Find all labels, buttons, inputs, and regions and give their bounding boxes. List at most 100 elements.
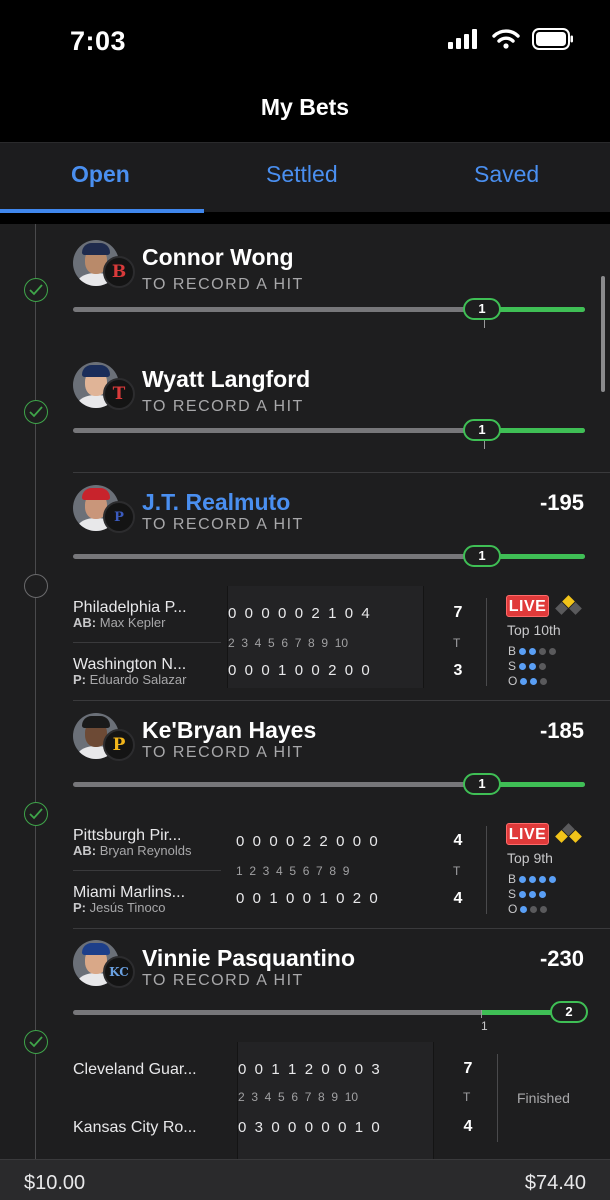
bases-diamond-icon (554, 595, 584, 618)
cellular-signal-icon (448, 29, 477, 49)
team-logo-icon: P (103, 729, 135, 761)
away-total: 7 (463, 1060, 473, 1077)
active-tab-indicator (0, 209, 204, 213)
team-logo-icon: B (103, 256, 135, 288)
home-sub: P: Jesús Tinoco (73, 900, 166, 915)
market-label: TO RECORD A HIT (142, 398, 304, 415)
inning-label: Top 9th (507, 850, 553, 866)
player-name[interactable]: J.T. Realmuto (142, 489, 290, 516)
progress-pill: 1 (463, 773, 501, 795)
progress-pill: 2 (550, 1001, 588, 1023)
home-sub: P: Eduardo Salazar (73, 672, 187, 687)
bases-diamond-icon (554, 823, 584, 846)
away-total: 7 (453, 604, 463, 621)
home-total: 4 (453, 890, 463, 907)
team-logo-icon: KC (103, 956, 135, 988)
inning-numbers: 1 2 3 4 5 6 7 8 9 (236, 864, 350, 878)
stake-amount: $10.00 (24, 1172, 86, 1194)
leg-status-pending-icon (24, 574, 48, 598)
market-label: TO RECORD A HIT (142, 972, 304, 989)
threshold-label: 1 (481, 1019, 488, 1033)
away-team-name: Cleveland Guar... (73, 1061, 197, 1078)
balls-count: B (508, 872, 557, 886)
home-team-name: Kansas City Ro... (73, 1119, 197, 1136)
status-time: 7:03 (70, 26, 127, 56)
linescore: 0 0 0 0 0 2 1 0 4 2 3 4 5 6 7 8 9 10 0 0… (227, 586, 424, 688)
battery-icon (532, 28, 573, 50)
leg-divider (73, 928, 610, 929)
leg-odds: -230 (539, 946, 584, 971)
home-linescore: 0 0 1 0 0 1 0 2 0 (236, 890, 378, 907)
threshold-tick (481, 1010, 482, 1018)
progress-pill: 1 (463, 298, 501, 320)
leg-status-check-icon (24, 1030, 48, 1054)
leg-status-check-icon (24, 278, 48, 302)
strikes-count: S (508, 887, 547, 901)
progress-bar (73, 782, 585, 787)
market-label: TO RECORD A HIT (142, 744, 304, 761)
away-total: 4 (453, 832, 463, 849)
team-divider (73, 870, 221, 871)
away-linescore: 0 0 0 0 2 2 0 0 0 (236, 833, 378, 850)
tab-open[interactable]: Open (71, 161, 130, 188)
outs-count: O (508, 902, 548, 916)
payout-amount: $74.40 (524, 1172, 586, 1194)
progress-bar (73, 307, 585, 312)
player-name: Ke'Bryan Hayes (142, 717, 317, 743)
leg-divider (73, 472, 610, 473)
leg-odds: -195 (539, 490, 584, 515)
wifi-icon (492, 29, 520, 49)
progress-bar (73, 428, 585, 433)
away-linescore: 0 0 0 0 0 2 1 0 4 (228, 605, 370, 622)
inning-label: Top 10th (507, 622, 561, 638)
scrollbar[interactable] (601, 276, 605, 392)
player-name: Vinnie Pasquantino (142, 945, 355, 971)
progress-bar (73, 554, 585, 559)
team-logo-icon: T (103, 378, 135, 410)
page-title: My Bets (260, 94, 350, 120)
team-divider (73, 642, 221, 643)
threshold-tick (484, 441, 485, 449)
team-logo-icon: P (103, 501, 135, 533)
bet-tabs: Open Settled Saved (0, 142, 610, 213)
bet-slip-legs[interactable]: B Connor Wong TO RECORD A HIT 1 T Wyatt … (0, 224, 610, 1159)
home-total: 3 (453, 662, 463, 679)
tab-settled[interactable]: Settled (266, 161, 338, 188)
progress-pill: 1 (463, 419, 501, 441)
player-name: Connor Wong (142, 244, 294, 270)
inning-numbers: 2 3 4 5 6 7 8 9 10 (228, 636, 349, 650)
outs-count: O (508, 674, 548, 688)
bet-summary-footer[interactable]: $10.00 $74.40 (0, 1159, 610, 1200)
progress-rail (35, 224, 36, 1159)
leg-status-check-icon (24, 400, 48, 424)
balls-count: B (508, 644, 557, 658)
home-linescore: 0 3 0 0 0 0 0 1 0 (238, 1119, 380, 1136)
market-label: TO RECORD A HIT (142, 516, 304, 533)
leg-status-check-icon (24, 802, 48, 826)
status-divider (486, 598, 487, 686)
status-icons (448, 28, 574, 50)
status-divider (497, 1054, 498, 1142)
total-label: T (463, 1090, 471, 1104)
home-total: 4 (463, 1118, 473, 1135)
total-label: T (453, 636, 461, 650)
game-status: Finished (517, 1090, 570, 1106)
status-bar: 7:03 (0, 0, 610, 80)
total-label: T (453, 864, 461, 878)
status-divider (486, 826, 487, 914)
away-sub: AB: Bryan Reynolds (73, 843, 192, 858)
live-badge: LIVE (506, 823, 549, 845)
progress-bar (73, 1010, 585, 1015)
strikes-count: S (508, 659, 547, 673)
leg-divider (73, 700, 610, 701)
home-linescore: 0 0 0 1 0 0 2 0 0 (228, 662, 370, 679)
inning-numbers: 2 3 4 5 6 7 8 9 10 (238, 1090, 359, 1104)
away-linescore: 0 0 1 1 2 0 0 0 3 (238, 1061, 380, 1078)
tab-saved[interactable]: Saved (474, 161, 539, 188)
progress-pill: 1 (463, 545, 501, 567)
threshold-tick (484, 320, 485, 328)
away-sub: AB: Max Kepler (73, 615, 166, 630)
leg-odds: -185 (539, 718, 584, 743)
player-name: Wyatt Langford (142, 366, 311, 392)
live-badge: LIVE (506, 595, 549, 617)
